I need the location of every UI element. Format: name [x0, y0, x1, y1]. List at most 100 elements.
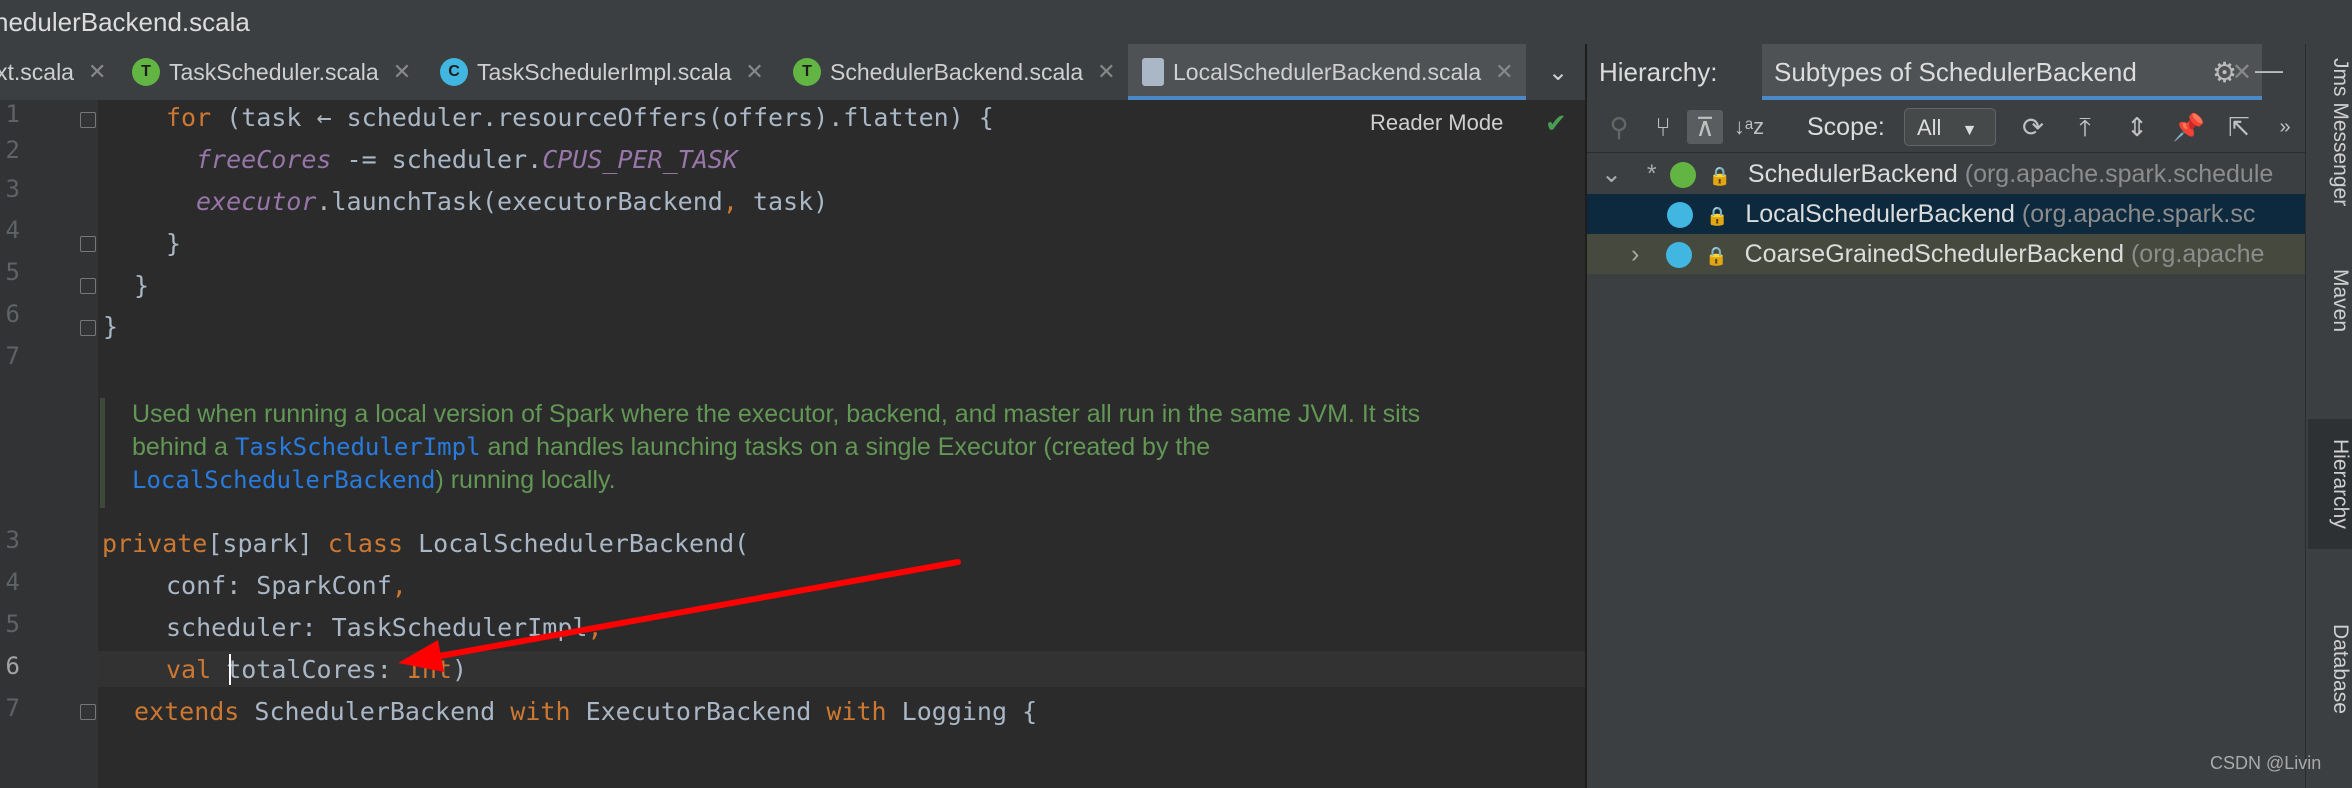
reader-mode-button[interactable]: Reader Mode	[1370, 110, 1503, 136]
tab-label: LocalSchedulerBackend.scala	[1173, 58, 1482, 85]
line-number: 1	[5, 100, 20, 128]
close-icon[interactable]: ✕	[88, 59, 106, 85]
lock-icon: 🔒	[1708, 166, 1731, 186]
minimize-icon[interactable]: —	[2255, 54, 2283, 86]
code-line: freeCores -= scheduler.CPUS_PER_TASK	[196, 145, 738, 174]
line-number: 7	[5, 342, 20, 370]
scope-label: Scope:	[1807, 113, 1885, 141]
chevron-down-icon[interactable]: ⌄	[1530, 44, 1586, 100]
gear-icon[interactable]: ⚙	[2212, 56, 2237, 89]
watermark: CSDN @Livin	[2210, 753, 2322, 773]
tab-label: TaskSchedulerImpl.scala	[477, 58, 732, 85]
expand-all-icon[interactable]: ⇕	[2119, 110, 2155, 144]
tree-item-local-scheduler-backend[interactable]: 🔒 LocalSchedulerBackend (org.apache.spar…	[1587, 194, 2305, 234]
scala-file-locked-icon	[1142, 58, 1164, 86]
close-icon[interactable]: ✕	[745, 59, 763, 85]
hierarchy-header: Hierarchy: Subtypes of SchedulerBackend …	[1587, 44, 2305, 100]
fold-marker-icon[interactable]	[80, 320, 96, 336]
code-line: private[spark] class LocalSchedulerBacke…	[102, 529, 750, 558]
class-icon	[1666, 242, 1693, 269]
editor-gutter: 1 2 3 4 5 6 7 3 4 5 6 7	[0, 100, 98, 788]
type-hierarchy-icon[interactable]: ⚲	[1601, 110, 1637, 144]
tool-jms-messenger[interactable]: Jms Messenger	[2308, 58, 2352, 206]
trait-icon: T	[793, 58, 821, 86]
scope-select[interactable]: All ▼	[1904, 108, 1996, 146]
tree-item-scheduler-backend[interactable]: ⌄ * 🔒 SchedulerBackend (org.apache.spark…	[1587, 154, 2305, 194]
line-number: 3	[5, 526, 20, 554]
tab-task-scheduler[interactable]: T TaskScheduler.scala ✕	[132, 44, 411, 100]
text-caret	[229, 654, 231, 685]
class-icon	[1667, 202, 1693, 229]
doc-text: and handles launching tasks on a single …	[480, 433, 1211, 461]
code-line: executor.launchTask(executorBackend, tas…	[196, 187, 829, 216]
tool-database[interactable]: Database	[2308, 624, 2352, 714]
close-icon[interactable]: ✕	[393, 59, 411, 85]
tree-item-package: (org.apache.spark.sc	[2021, 200, 2256, 228]
tab-task-scheduler-impl[interactable]: C TaskSchedulerImpl.scala ✕	[440, 44, 764, 100]
check-icon: ✔	[1545, 108, 1567, 138]
chevron-right-icon[interactable]: ›	[1631, 240, 1639, 268]
code-line: val totalCores: Int)	[166, 655, 468, 684]
window-title: hedulerBackend.scala	[0, 7, 250, 37]
close-icon[interactable]: ✕	[1097, 59, 1115, 85]
code-line: scheduler: TaskSchedulerImpl,	[166, 613, 603, 642]
right-tool-strip: Jms Messenger Maven Hierarchy Database	[2305, 44, 2352, 788]
fold-marker-icon[interactable]	[80, 704, 96, 720]
tree-prefix: *	[1646, 160, 1657, 188]
lock-icon: 🔒	[1705, 246, 1728, 266]
hierarchy-toolbar: ⚲ ⑂ ⊼ ↓ᵃz Scope: All ▼ ⟳ ⤒ ⇕ 📌 ⇱ »	[1587, 100, 2305, 153]
hierarchy-panel: Hierarchy: Subtypes of SchedulerBackend …	[1587, 44, 2305, 788]
tab-label: TaskScheduler.scala	[169, 58, 379, 85]
tree-item-name: CoarseGrainedSchedulerBackend	[1744, 240, 2125, 268]
tab-local-scheduler-backend[interactable]: LocalSchedulerBackend.scala ✕	[1128, 44, 1526, 100]
doc-text: ) running locally.	[435, 466, 616, 494]
rendered-doc-comment: Used when running a local version of Spa…	[100, 398, 1462, 508]
refresh-icon[interactable]: ⟳	[2015, 110, 2051, 144]
line-number: 4	[5, 568, 20, 596]
fold-marker-icon[interactable]	[80, 236, 96, 252]
code-line: for (task ← scheduler.resourceOffers(off…	[166, 103, 994, 132]
trait-icon: T	[132, 58, 160, 86]
fold-marker-icon[interactable]	[80, 112, 96, 128]
tree-item-coarse-grained-scheduler-backend[interactable]: › 🔒 CoarseGrainedSchedulerBackend (org.a…	[1587, 234, 2305, 274]
hierarchy-title: Hierarchy:	[1599, 57, 1718, 87]
tool-maven[interactable]: Maven	[2308, 269, 2352, 332]
tree-item-package: (org.apache	[2130, 240, 2265, 268]
tree-item-name: SchedulerBackend	[1747, 160, 1958, 188]
doc-link-task-scheduler-impl[interactable]: TaskSchedulerImpl	[235, 433, 481, 461]
more-icon[interactable]: »	[2267, 110, 2303, 144]
line-number: 4	[5, 216, 20, 244]
line-number: 6	[5, 300, 20, 328]
code-line: }	[103, 312, 119, 341]
tree-item-package: (org.apache.spark.schedule	[1964, 160, 2274, 188]
editor-tab-bar: xt.scala ✕ T TaskScheduler.scala ✕ C Tas…	[0, 44, 1585, 101]
doc-link-local-scheduler-backend[interactable]: LocalSchedulerBackend	[132, 466, 435, 494]
sort-alpha-icon[interactable]: ↓ᵃz	[1731, 110, 1767, 144]
tab-xt-scala[interactable]: xt.scala ✕	[0, 44, 106, 100]
pin-icon[interactable]: 📌	[2171, 110, 2207, 144]
close-icon[interactable]: ✕	[1495, 59, 1513, 85]
code-line: conf: SparkConf,	[166, 571, 407, 600]
tree-item-name: LocalSchedulerBackend	[1745, 200, 2015, 228]
tool-hierarchy[interactable]: Hierarchy	[2308, 419, 2352, 549]
class-icon: C	[440, 58, 468, 86]
chevron-down-icon[interactable]: ⌄	[1601, 160, 1622, 188]
lock-icon: 🔒	[1705, 206, 1729, 226]
tab-subtypes[interactable]: Subtypes of SchedulerBackend ✕	[1762, 44, 2262, 100]
supertypes-icon[interactable]: ⑂	[1645, 110, 1681, 144]
fold-marker-icon[interactable]	[80, 278, 96, 294]
export-icon[interactable]: ⤒	[2067, 110, 2103, 144]
tab-label: Subtypes of SchedulerBackend	[1774, 56, 2137, 87]
trait-icon	[1669, 162, 1696, 189]
window-title-bar: hedulerBackend.scala	[0, 0, 2352, 44]
code-line: }	[166, 229, 182, 258]
tab-scheduler-backend[interactable]: T SchedulerBackend.scala ✕	[793, 44, 1116, 100]
open-in-editor-icon[interactable]: ⇱	[2221, 110, 2257, 144]
line-number-current: 6	[5, 652, 20, 680]
line-number: 7	[5, 694, 20, 722]
subtypes-icon[interactable]: ⊼	[1687, 110, 1723, 144]
code-line: }	[134, 271, 150, 300]
chevron-down-icon: ▼	[1961, 122, 1978, 139]
line-number: 2	[5, 136, 20, 164]
